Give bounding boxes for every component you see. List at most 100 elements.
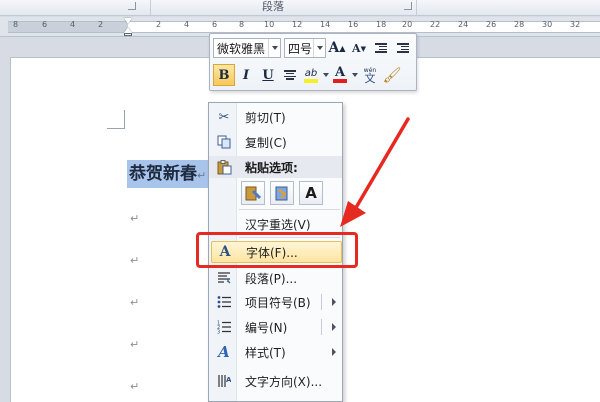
grow-font-button[interactable]: A ▲ [326,37,348,59]
ruler-number: 14 [320,20,331,29]
font-size-value: 四号 [288,41,313,56]
menu-item-copy[interactable]: 复制(C) [211,131,342,153]
chevron-down-icon[interactable] [350,64,359,86]
paragraph-mark: ↵ [130,338,140,351]
ribbon-group-paragraph-label: 段落 [262,0,284,13]
ruler-number: 18 [376,20,387,29]
paste-keep-source-icon [245,186,261,201]
underline-icon: U [262,67,274,83]
menu-item-styles[interactable]: A 样式(T) [211,341,342,363]
font-color-swatch [333,79,347,83]
decrease-indent-icon [375,43,387,53]
submenu-arrow-icon[interactable] [332,348,336,356]
bullets-icon [211,291,237,313]
ruler-number: 4 [70,20,76,29]
paragraph-mark: ↵ [130,212,140,225]
ruler-margin-shade [8,22,128,32]
chevron-down-icon[interactable] [313,39,325,57]
submenu-arrow-icon[interactable] [332,323,336,331]
first-line-indent-icon[interactable] [124,18,132,24]
dialog-launcher-icon[interactable] [404,2,412,10]
shrink-font-button[interactable]: A ▼ [348,37,370,59]
menu-item-bullets[interactable]: 项目符号(B) [211,291,342,313]
bold-button[interactable]: B [213,64,235,86]
numbering-icon: 123 [211,316,237,338]
left-indent-icon[interactable] [124,33,132,36]
chevron-down-icon[interactable] [321,64,330,86]
selected-text-content: 恭贺新春 [129,164,197,184]
ruler-number: 6 [42,20,48,29]
ruler-number: 2 [98,20,104,29]
ruler-number: 30 [542,20,553,29]
split-separator [321,294,322,310]
mini-toolbar-row-format: B I U ab A wén 文 🖌 [213,64,403,86]
annotation-highlight-box [196,232,358,268]
svg-text:A: A [226,376,231,384]
menu-item-label: 样式(T) [245,345,286,360]
menu-item-label: 复制(C) [245,135,287,150]
chevron-down-icon[interactable] [268,39,280,57]
dialog-launcher-icon[interactable] [128,2,136,10]
format-painter-icon: 🖌 [382,66,402,84]
submenu-arrow-icon[interactable] [332,298,336,306]
highlight-button[interactable]: ab [301,64,321,86]
center-align-button[interactable] [279,64,301,86]
paragraph-mark: ↵ [130,254,140,267]
split-separator [321,319,322,335]
phonetic-guide-button[interactable]: wén 文 [359,64,381,86]
paste-keep-text-only-button[interactable]: A [299,181,323,205]
annotation-arrow-icon [340,117,410,227]
ruler-number: 2 [156,20,162,29]
ruler-number: 10 [264,20,275,29]
ruler-number: 28 [514,20,525,29]
menu-item-label: 汉字重选(V) [245,217,311,232]
menu-item-label: 剪切(T) [245,110,286,125]
italic-icon: I [242,67,250,83]
ruler-number: 22 [430,20,441,29]
mini-toolbar-row-font: 微软雅黑 四号 A ▲ A ▼ [213,37,414,59]
increase-indent-button[interactable] [392,37,414,59]
decrease-indent-button[interactable] [370,37,392,59]
paste-merge-icon [275,186,288,201]
paragraph-mark: ↵ [130,380,140,393]
grow-font-icon: A [328,40,340,56]
menu-item-cut[interactable]: ✂ 剪切(T) [211,106,342,128]
bold-icon: B [218,67,230,83]
paste-options-row: A [241,181,323,205]
selected-text[interactable]: 恭贺新春↵ [127,160,209,188]
menu-item-text-direction[interactable]: A 文字方向(X)... [211,370,342,392]
font-color-button[interactable]: A [330,64,350,86]
styles-icon: A [218,343,230,361]
font-name-combobox[interactable]: 微软雅黑 [213,38,281,58]
format-painter-button[interactable]: 🖌 [381,64,403,86]
menu-item-numbering[interactable]: 123 编号(N) [211,316,342,338]
ruler-number: 32 [570,20,581,29]
ruler-number: 16 [348,20,359,29]
ruler-number: 24 [458,20,469,29]
ruler-number: 20 [402,20,413,29]
ruler-number: 4 [184,20,190,29]
paste-merge-formatting-button[interactable] [270,181,294,205]
underline-button[interactable]: U [257,64,279,86]
ribbon-strip: 段落 [0,0,600,16]
paragraph-icon [211,267,237,289]
italic-button[interactable]: I [235,64,257,86]
ruler-number: 8 [239,20,245,29]
ruler-indent-marker[interactable] [124,18,132,36]
menu-item-label: 项目符号(B) [245,295,311,310]
ruler-number: 8 [13,20,19,29]
menu-item-paragraph[interactable]: 段落(P)... [211,267,342,289]
copy-icon [211,131,237,153]
ruler-track [8,21,600,33]
font-size-combobox[interactable]: 四号 [284,38,326,58]
margin-corner-mark [124,110,125,128]
ribbon-separator [416,0,417,16]
increase-indent-icon [397,43,409,53]
paste-keep-source-formatting-button[interactable] [241,181,265,205]
paragraph-mark: ↵ [130,296,140,309]
ruler-number: 12 [292,20,303,29]
menu-item-label: 段落(P)... [245,271,298,286]
phonetic-guide-icon: 文 [364,72,376,85]
ruler-number: 6 [212,20,218,29]
paste-icon [213,156,235,178]
